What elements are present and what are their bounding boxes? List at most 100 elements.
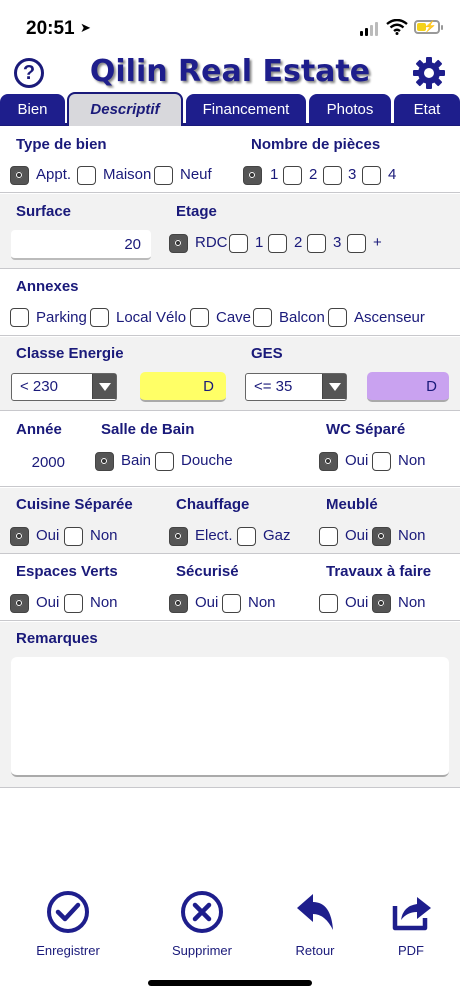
remarques-textarea[interactable] [11, 657, 449, 777]
type-neuf-checkbox[interactable] [154, 166, 173, 185]
etage-label: Etage [176, 203, 217, 220]
chauffage-gaz-checkbox[interactable] [237, 527, 256, 546]
type-neuf-label: Neuf [180, 166, 212, 183]
annexe-balcon-checkbox[interactable] [253, 308, 272, 327]
annexe-parking-label: Parking [36, 309, 87, 326]
wifi-icon [386, 19, 408, 35]
section-type-pieces: Type de bien Nombre de pièces Appt. Mais… [0, 127, 460, 193]
etage-rdc-label: RDC [195, 234, 228, 251]
battery-icon: ⚡ [414, 20, 443, 34]
chauffage-gaz-label: Gaz [263, 527, 291, 544]
annexe-cave-label: Cave [216, 309, 252, 326]
back-button[interactable]: Retour [270, 890, 360, 958]
etage-2-checkbox[interactable] [268, 234, 287, 253]
home-indicator [148, 980, 312, 986]
surface-input[interactable]: 20 [11, 230, 151, 260]
annexe-local-velo-checkbox[interactable] [90, 308, 109, 327]
wc-non-checkbox[interactable] [372, 452, 391, 471]
tab-photos[interactable]: Photos [309, 94, 391, 125]
type-appt-checkbox[interactable] [10, 166, 29, 185]
tab-bien[interactable]: Bien [0, 94, 65, 125]
cuisine-non-label: Non [90, 527, 118, 544]
travaux-oui-label: Oui [345, 594, 369, 611]
section-cuisine-chauffage-meuble: Cuisine Séparée Chauffage Meublé Oui Non… [0, 488, 460, 554]
salle-bain-bain-checkbox[interactable] [95, 452, 114, 471]
tab-bar: Bien Descriptif Financement Photos Etat [0, 92, 460, 126]
type-bien-label: Type de bien [16, 136, 107, 153]
salle-bain-bain-label: Bain [121, 452, 152, 469]
type-appt-label: Appt. [36, 166, 72, 183]
classe-energie-select[interactable]: < 230 [11, 373, 117, 401]
annexe-parking-checkbox[interactable] [10, 308, 29, 327]
section-annexes: Annexes Parking Local Vélo Cave Balcon A… [0, 270, 460, 336]
app-title: Qilin Real Estate [89, 54, 371, 89]
pdf-button-label: PDF [398, 943, 424, 958]
share-export-icon [392, 897, 431, 931]
delete-button-label: Supprimer [172, 943, 232, 958]
tab-financement[interactable]: Financement [186, 94, 306, 125]
pieces-2-checkbox[interactable] [283, 166, 302, 185]
chevron-down-icon [322, 374, 346, 399]
travaux-label: Travaux à faire [326, 563, 432, 580]
meuble-oui-checkbox[interactable] [319, 527, 338, 546]
etage-1-label: 1 [255, 234, 264, 251]
etage-rdc-checkbox[interactable] [169, 234, 188, 253]
chauffage-label: Chauffage [176, 496, 250, 513]
type-maison-checkbox[interactable] [77, 166, 96, 185]
section-surface-etage: Surface Etage 20 RDC 1 2 3 + [0, 194, 460, 269]
securise-oui-checkbox[interactable] [169, 594, 188, 613]
verts-oui-label: Oui [36, 594, 60, 611]
cuisine-oui-checkbox[interactable] [10, 527, 29, 546]
travaux-non-checkbox[interactable] [372, 594, 391, 613]
cellular-signal-icon [360, 22, 380, 36]
delete-button[interactable]: Supprimer [157, 890, 247, 958]
bottom-toolbar: Enregistrer Supprimer Retour PDF [0, 886, 460, 966]
wc-oui-label: Oui [345, 452, 369, 469]
section-energie-ges: Classe Energie GES < 230 D <= 35 D [0, 337, 460, 411]
salle-bain-douche-label: Douche [181, 452, 233, 469]
salle-bain-douche-checkbox[interactable] [155, 452, 174, 471]
verts-oui-checkbox[interactable] [10, 594, 29, 613]
annee-input[interactable]: 2000 [11, 448, 75, 478]
securise-label: Sécurisé [176, 563, 239, 580]
etage-plus-checkbox[interactable] [347, 234, 366, 253]
chauffage-elect-checkbox[interactable] [169, 527, 188, 546]
meuble-label: Meublé [326, 496, 378, 513]
nb-pieces-label: Nombre de pièces [251, 136, 381, 153]
pieces-1-checkbox[interactable] [243, 166, 262, 185]
pieces-1-label: 1 [270, 166, 279, 183]
etage-2-label: 2 [294, 234, 303, 251]
surface-label: Surface [16, 203, 72, 220]
annexe-ascenseur-label: Ascenseur [354, 309, 425, 326]
annee-label: Année [16, 421, 62, 438]
ges-label: GES [251, 345, 283, 362]
etage-3-checkbox[interactable] [307, 234, 326, 253]
status-bar: 20:51 ➤ ⚡ [0, 0, 460, 50]
meuble-non-label: Non [398, 527, 426, 544]
securise-non-checkbox[interactable] [222, 594, 241, 613]
etage-1-checkbox[interactable] [229, 234, 248, 253]
wc-oui-checkbox[interactable] [319, 452, 338, 471]
pdf-button[interactable]: PDF [366, 890, 456, 958]
verts-non-checkbox[interactable] [64, 594, 83, 613]
meuble-oui-label: Oui [345, 527, 369, 544]
cuisine-oui-label: Oui [36, 527, 60, 544]
annexe-cave-checkbox[interactable] [190, 308, 209, 327]
x-circle-icon [181, 891, 223, 933]
cuisine-non-checkbox[interactable] [64, 527, 83, 546]
gear-icon[interactable] [412, 56, 446, 90]
securise-non-label: Non [248, 594, 276, 611]
pieces-4-checkbox[interactable] [362, 166, 381, 185]
ges-select[interactable]: <= 35 [245, 373, 347, 401]
tab-descriptif[interactable]: Descriptif [67, 92, 183, 126]
travaux-oui-checkbox[interactable] [319, 594, 338, 613]
espaces-verts-label: Espaces Verts [16, 563, 118, 580]
annexe-ascenseur-checkbox[interactable] [328, 308, 347, 327]
classe-energie-select-value: < 230 [20, 378, 58, 395]
check-circle-icon [47, 891, 89, 933]
meuble-non-checkbox[interactable] [372, 527, 391, 546]
pieces-3-checkbox[interactable] [323, 166, 342, 185]
save-button[interactable]: Enregistrer [23, 890, 113, 958]
reply-arrow-icon [297, 894, 333, 930]
tab-etat[interactable]: Etat [394, 94, 460, 125]
